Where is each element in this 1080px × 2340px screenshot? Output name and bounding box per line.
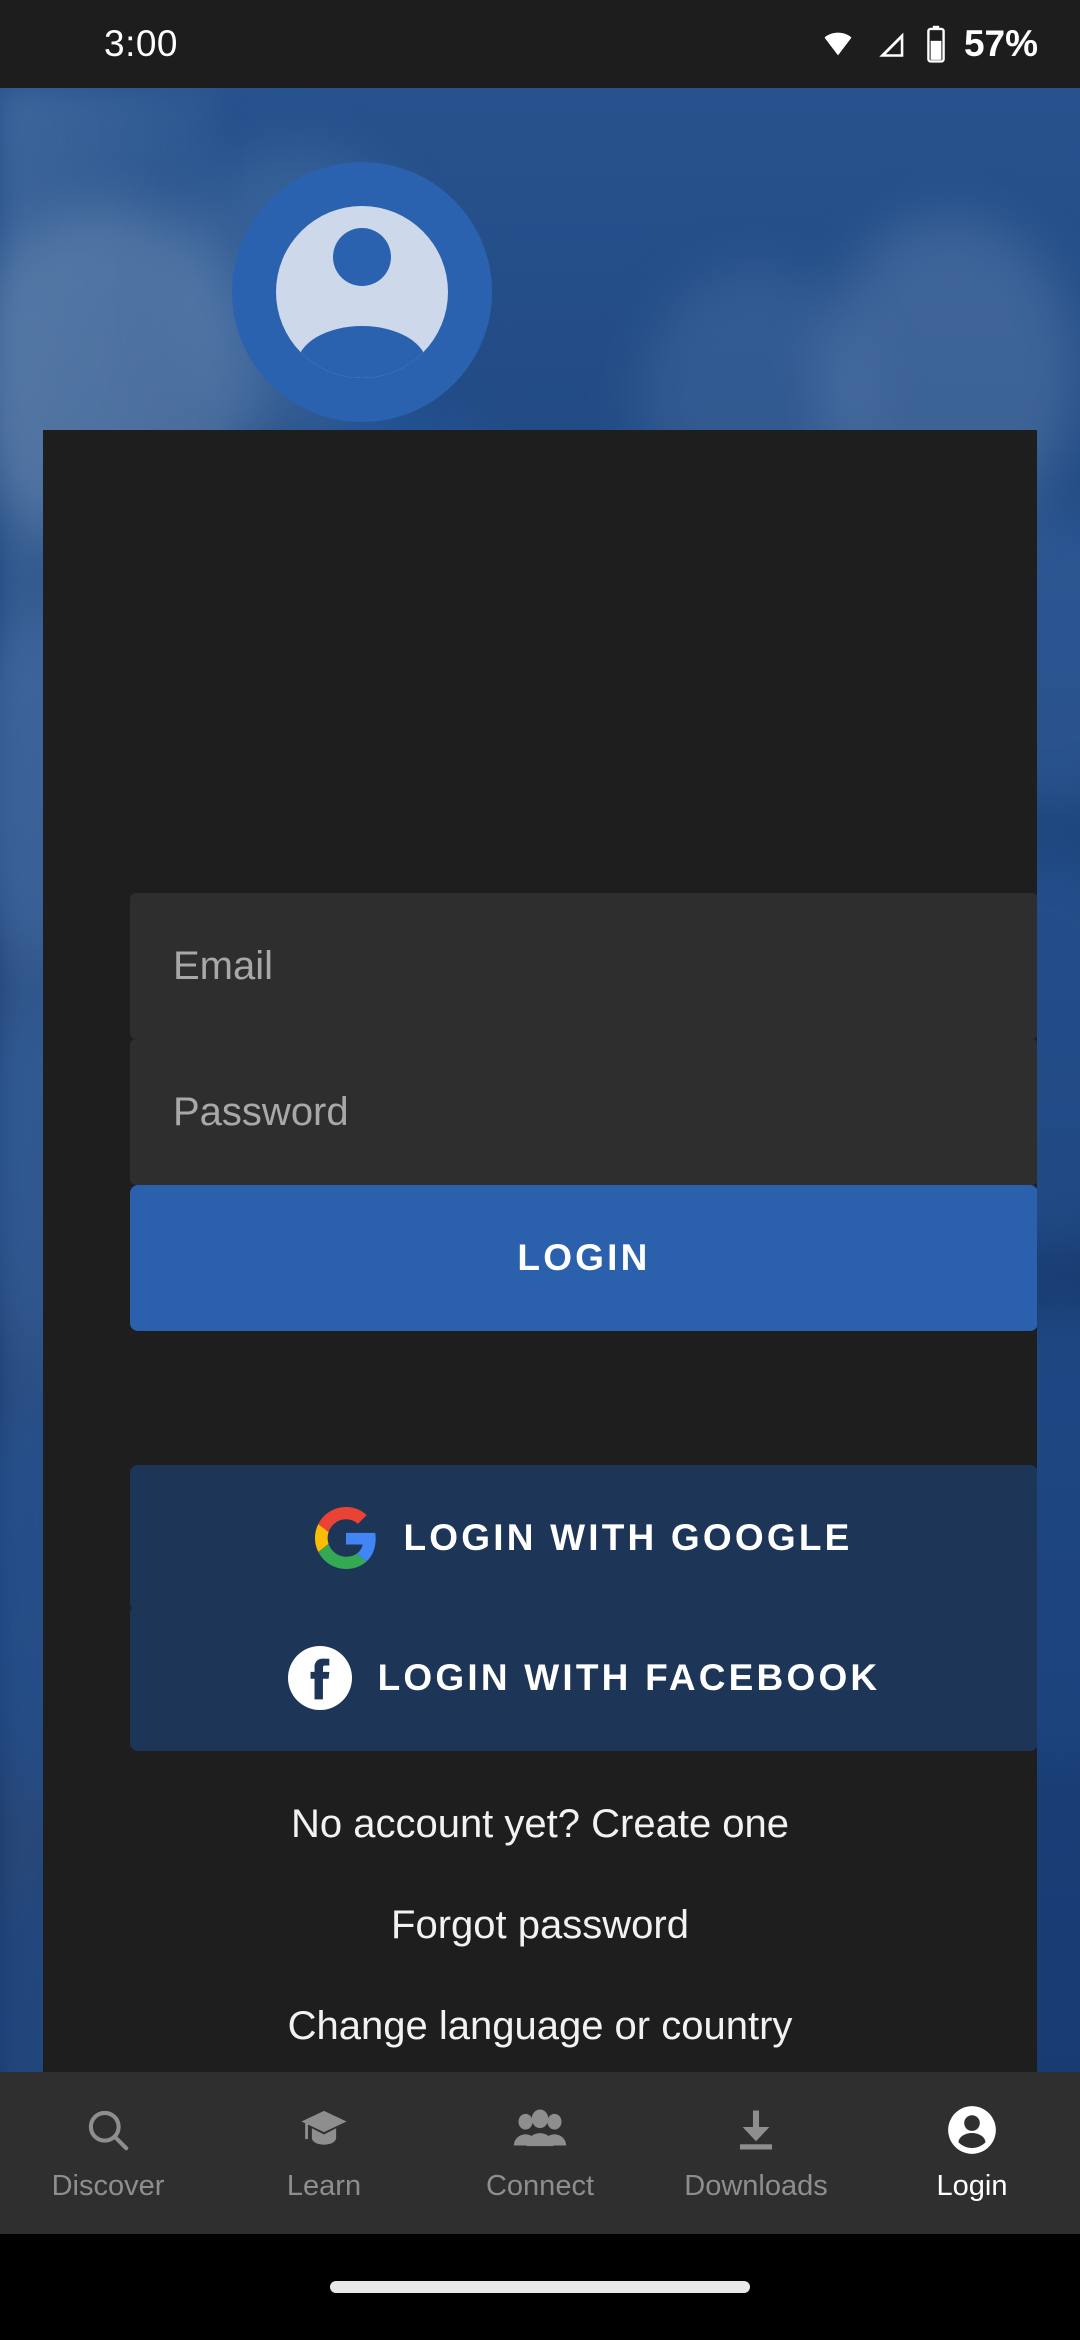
nav-item-downloads[interactable]: Downloads xyxy=(648,2104,864,2203)
graduation-cap-icon xyxy=(298,2104,350,2156)
google-logo-icon xyxy=(315,1507,377,1569)
status-bar: 3:00 57% xyxy=(0,0,1080,88)
nav-item-connect[interactable]: Connect xyxy=(432,2104,648,2203)
facebook-button-label: LOGIN WITH FACEBOOK xyxy=(377,1657,881,1698)
email-input[interactable]: Email xyxy=(130,893,1037,1039)
avatar-body xyxy=(297,326,427,378)
login-card: Email Password LOGIN LOGIN WITH GOOGLE L… xyxy=(43,430,1037,2142)
gesture-pill[interactable] xyxy=(330,2281,750,2293)
login-with-facebook-button[interactable]: LOGIN WITH FACEBOOK xyxy=(130,1605,1037,1751)
nav-label-discover: Discover xyxy=(51,2169,165,2202)
system-gesture-bar[interactable] xyxy=(0,2234,1080,2340)
nav-label-login: Login xyxy=(936,2169,1008,2202)
nav-item-discover[interactable]: Discover xyxy=(0,2104,216,2203)
email-placeholder: Email xyxy=(173,943,274,988)
download-icon xyxy=(730,2104,782,2156)
wifi-icon xyxy=(816,27,860,61)
person-icon xyxy=(946,2104,998,2156)
nav-label-connect: Connect xyxy=(485,2169,594,2202)
password-input-text: Password xyxy=(130,1039,1037,1185)
phone-screen: 3:00 57% Email Password LOGIN LOGIN WITH… xyxy=(0,0,1080,2340)
battery-percentage: 57% xyxy=(963,23,1038,64)
change-language-country-link[interactable]: Change language or country xyxy=(43,2004,1037,2049)
avatar-head xyxy=(333,228,391,286)
bottom-navigation-bar: Discover Learn Connect Downloads Login xyxy=(0,2072,1080,2234)
search-icon xyxy=(82,2104,134,2156)
user-avatar-icon xyxy=(232,162,492,422)
create-account-link[interactable]: No account yet? Create one xyxy=(43,1802,1037,1847)
status-bar-clock: 3:00 xyxy=(104,23,179,64)
cellular-signal-icon xyxy=(872,27,912,61)
google-button-label: LOGIN WITH GOOGLE xyxy=(403,1517,853,1558)
nav-label-downloads: Downloads xyxy=(684,2169,828,2202)
nav-item-login[interactable]: Login xyxy=(864,2104,1080,2203)
password-placeholder: Password xyxy=(173,1089,349,1134)
nav-label-learn: Learn xyxy=(286,2169,362,2202)
login-button-label: LOGIN xyxy=(517,1237,651,1278)
login-with-google-button[interactable]: LOGIN WITH GOOGLE xyxy=(130,1465,1037,1611)
battery-icon xyxy=(924,25,948,63)
facebook-logo-icon xyxy=(287,1646,352,1710)
people-group-icon xyxy=(511,2104,569,2156)
nav-item-learn[interactable]: Learn xyxy=(216,2104,432,2203)
forgot-password-link[interactable]: Forgot password xyxy=(43,1903,1037,1948)
login-button[interactable]: LOGIN xyxy=(130,1185,1037,1331)
